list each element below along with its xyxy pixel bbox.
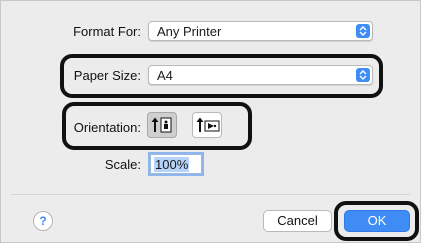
scale-input[interactable]: 100% [150, 154, 202, 174]
popup-stepper-icon [356, 24, 370, 38]
format-for-popup[interactable]: Any Printer [148, 21, 373, 41]
scale-label: Scale: [104, 157, 141, 172]
divider [11, 194, 410, 195]
paper-size-popup[interactable]: A4 [148, 65, 373, 85]
landscape-orientation-icon [196, 117, 220, 132]
orientation-label: Orientation: [73, 120, 141, 135]
popup-stepper-icon [356, 68, 370, 82]
ok-button[interactable]: OK [344, 210, 410, 232]
portrait-orientation-button[interactable] [147, 112, 177, 138]
page-setup-dialog: Format For: Any Printer Paper Size: A4 O… [0, 0, 421, 243]
help-button[interactable]: ? [33, 211, 53, 231]
paper-size-label: Paper Size: [73, 68, 141, 83]
format-for-value: Any Printer [157, 24, 222, 39]
format-for-label: Format For: [73, 24, 141, 39]
cancel-button[interactable]: Cancel [263, 210, 332, 232]
paper-size-value: A4 [157, 68, 173, 83]
help-icon: ? [39, 214, 47, 228]
landscape-orientation-button[interactable] [192, 112, 222, 138]
portrait-orientation-icon [151, 117, 172, 133]
scale-value: 100% [154, 157, 190, 172]
